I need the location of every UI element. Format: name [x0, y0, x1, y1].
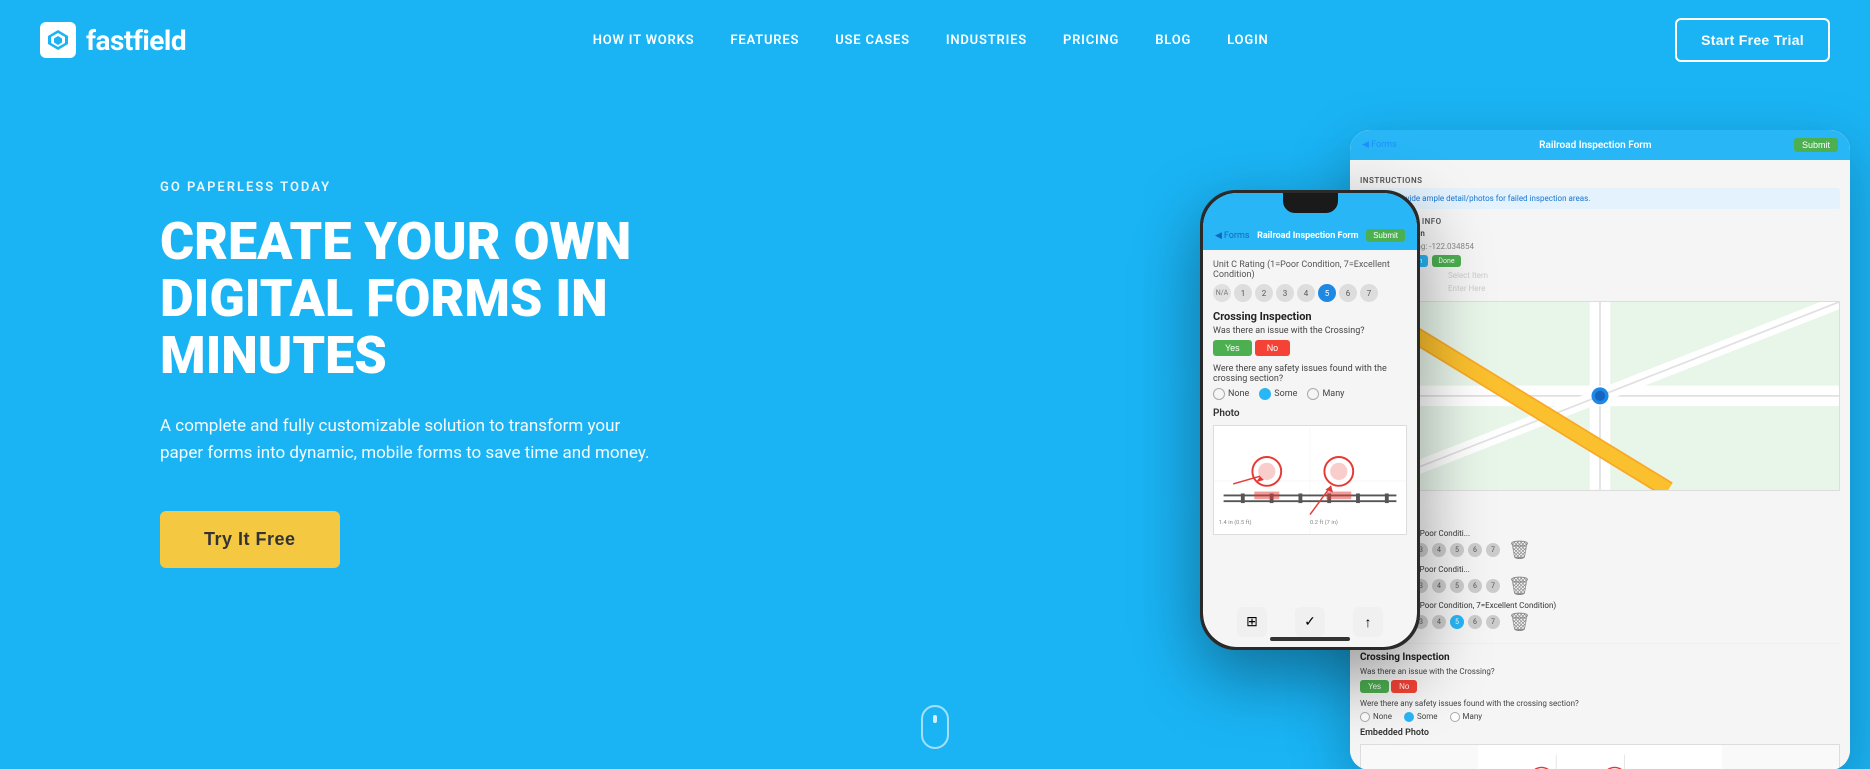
tablet-trash-icon-3: 🗑	[1508, 612, 1531, 633]
phone-form-header: ◀ Forms Railroad Inspection Form Submit	[1203, 221, 1417, 250]
tablet-instructions-text: Please provide ample detail/photos for f…	[1360, 188, 1840, 209]
main-nav: HOW IT WORKS FEATURES USE CASES INDUSTRI…	[593, 33, 1269, 48]
tablet-crossing-section: Crossing Inspection Was there an issue w…	[1360, 643, 1840, 769]
hero-tagline: GO PAPERLESS TODAY	[160, 180, 780, 195]
hero-subtitle: A complete and fully customizable soluti…	[160, 413, 660, 467]
tablet-instructions-label: Instructions	[1360, 176, 1840, 185]
svg-text:1.4 in (0.5 ft): 1.4 in (0.5 ft)	[1219, 519, 1252, 526]
hero-title: CREATE YOUR OWN DIGITAL FORMS IN MINUTES	[160, 213, 780, 385]
tablet-form-title: Railroad Inspection Form	[1539, 140, 1651, 151]
phone-form-title: Railroad Inspection Form	[1257, 231, 1358, 241]
tablet-form-header: ◀ Forms Railroad Inspection Form Submit	[1350, 130, 1850, 160]
phone-screen: ◀ Forms Railroad Inspection Form Submit …	[1203, 193, 1417, 647]
nav-blog[interactable]: BLOG	[1155, 33, 1191, 48]
phone-bottom-bar: ⊞ ✓ ↑	[1203, 607, 1417, 637]
tablet-crossing-q1: Was there an issue with the Crossing?	[1360, 667, 1840, 676]
hero-section: GO PAPERLESS TODAY CREATE YOUR OWN DIGIT…	[0, 80, 1870, 769]
phone-content: Unit C Rating (1=Poor Condition, 7=Excel…	[1203, 250, 1417, 545]
phone-q1: Was there an issue with the Crossing?	[1213, 326, 1407, 336]
phone-send-icon: ↑	[1353, 607, 1383, 637]
phone-no-button[interactable]: No	[1255, 340, 1291, 356]
tablet-no-button[interactable]: No	[1391, 680, 1417, 693]
svg-text:0.2 ft (7 in): 0.2 ft (7 in)	[1310, 519, 1338, 526]
nav-industries[interactable]: INDUSTRIES	[946, 33, 1027, 48]
phone-home-icon: ⊞	[1237, 607, 1267, 637]
logo[interactable]: fastfield	[40, 22, 186, 58]
phone-submit-button[interactable]: Submit	[1366, 229, 1405, 242]
tablet-unit-b-label: Unit B Rating (1=Poor Conditi...	[1360, 565, 1840, 574]
logo-icon	[40, 22, 76, 58]
tablet-crossing-title: Crossing Inspection	[1360, 652, 1840, 663]
tablet-radio-options: None Some Many	[1360, 712, 1840, 722]
tablet-submit-button[interactable]: Submit	[1794, 138, 1838, 152]
tablet-done-badge: Done	[1432, 255, 1460, 267]
scroll-dot	[933, 715, 937, 723]
phone-unit-c-label: Unit C Rating (1=Poor Condition, 7=Excel…	[1213, 260, 1407, 280]
tablet-content: Instructions Please provide ample detail…	[1350, 160, 1850, 769]
tablet-trash-icon: 🗑	[1508, 540, 1531, 561]
tablet-railroad-diagram: 0.2 ft (7 in) 0.4 ft (5 in)	[1361, 745, 1839, 769]
phone-radio-row: None Some Many	[1213, 388, 1407, 400]
tablet-yes-button[interactable]: Yes	[1360, 680, 1389, 693]
phone-photo-box: 1.4 in (0.5 ft) 0.2 ft (7 in)	[1213, 425, 1407, 535]
tablet-embedded-photo-label: Embedded Photo	[1360, 728, 1840, 738]
phone-rating-row: N/A 1 2 3 4 5 6 7	[1213, 284, 1407, 302]
phone-photo-label: Photo	[1213, 408, 1407, 419]
phone-railroad-diagram: 1.4 in (0.5 ft) 0.2 ft (7 in)	[1214, 426, 1406, 535]
devices-showcase: ◀ Forms Railroad Inspection Form Submit …	[1170, 110, 1870, 769]
tablet-county-value: Enter Here	[1448, 284, 1485, 293]
tablet-map	[1360, 301, 1840, 491]
nav-login[interactable]: LOGIN	[1227, 33, 1268, 48]
tablet-unit-c-label: Unit C Rating (1=Poor Condition, 7=Excel…	[1360, 601, 1840, 610]
tablet-unit-c-rating: N/A 1 2 3 4 5 6 7 🗑	[1360, 612, 1840, 633]
tablet-photo-area: 0.2 ft (7 in) 0.4 ft (5 in)	[1360, 744, 1840, 769]
tablet-crossguard-label: Cross Guard Info	[1360, 217, 1840, 226]
phone-yes-button[interactable]: Yes	[1213, 340, 1252, 356]
nav-features[interactable]: FEATURES	[730, 33, 799, 48]
try-it-free-button[interactable]: Try It Free	[160, 511, 340, 568]
tablet-trash-icon-2: 🗑	[1508, 576, 1531, 597]
tablet-ratings-label: Ratings	[1360, 517, 1840, 526]
nav-pricing[interactable]: PRICING	[1063, 33, 1119, 48]
phone-back: ◀ Forms	[1215, 231, 1250, 241]
tablet-unit-a-label: Unit A Rating (1=Poor Conditi...	[1360, 529, 1840, 538]
phone-q2: Were there any safety issues found with …	[1213, 364, 1407, 384]
scroll-indicator	[921, 705, 949, 749]
phone-status-bar	[1203, 193, 1417, 221]
tablet-back: ◀ Forms	[1362, 140, 1397, 150]
header: fastfield HOW IT WORKS FEATURES USE CASE…	[0, 0, 1870, 80]
phone-home-indicator	[1270, 637, 1350, 641]
nav-how-it-works[interactable]: HOW IT WORKS	[593, 33, 695, 48]
tablet-unit-a-rating: ● 1 2 3 4 5 6 7 🗑	[1360, 540, 1840, 561]
phone-mockup: ◀ Forms Railroad Inspection Form Submit …	[1200, 190, 1420, 650]
phone-check-icon: ✓	[1295, 607, 1325, 637]
scroll-circle	[921, 705, 949, 749]
logo-text: fastfield	[86, 24, 186, 57]
phone-yn-buttons: Yes No	[1213, 340, 1407, 356]
start-free-trial-button[interactable]: Start Free Trial	[1675, 18, 1830, 62]
nav-use-cases[interactable]: USE CASES	[835, 33, 910, 48]
hero-content: GO PAPERLESS TODAY CREATE YOUR OWN DIGIT…	[160, 120, 780, 568]
phone-crossing-title: Crossing Inspection	[1213, 310, 1407, 323]
tablet-crossing-q2: Were there any safety issues found with …	[1360, 699, 1840, 708]
tablet-guard-value: Select Item	[1448, 271, 1488, 280]
tablet-unit-b-rating: N/A 1 2 3 4 5 6 7 🗑	[1360, 576, 1840, 597]
tablet-mockup: ◀ Forms Railroad Inspection Form Submit …	[1350, 130, 1850, 769]
